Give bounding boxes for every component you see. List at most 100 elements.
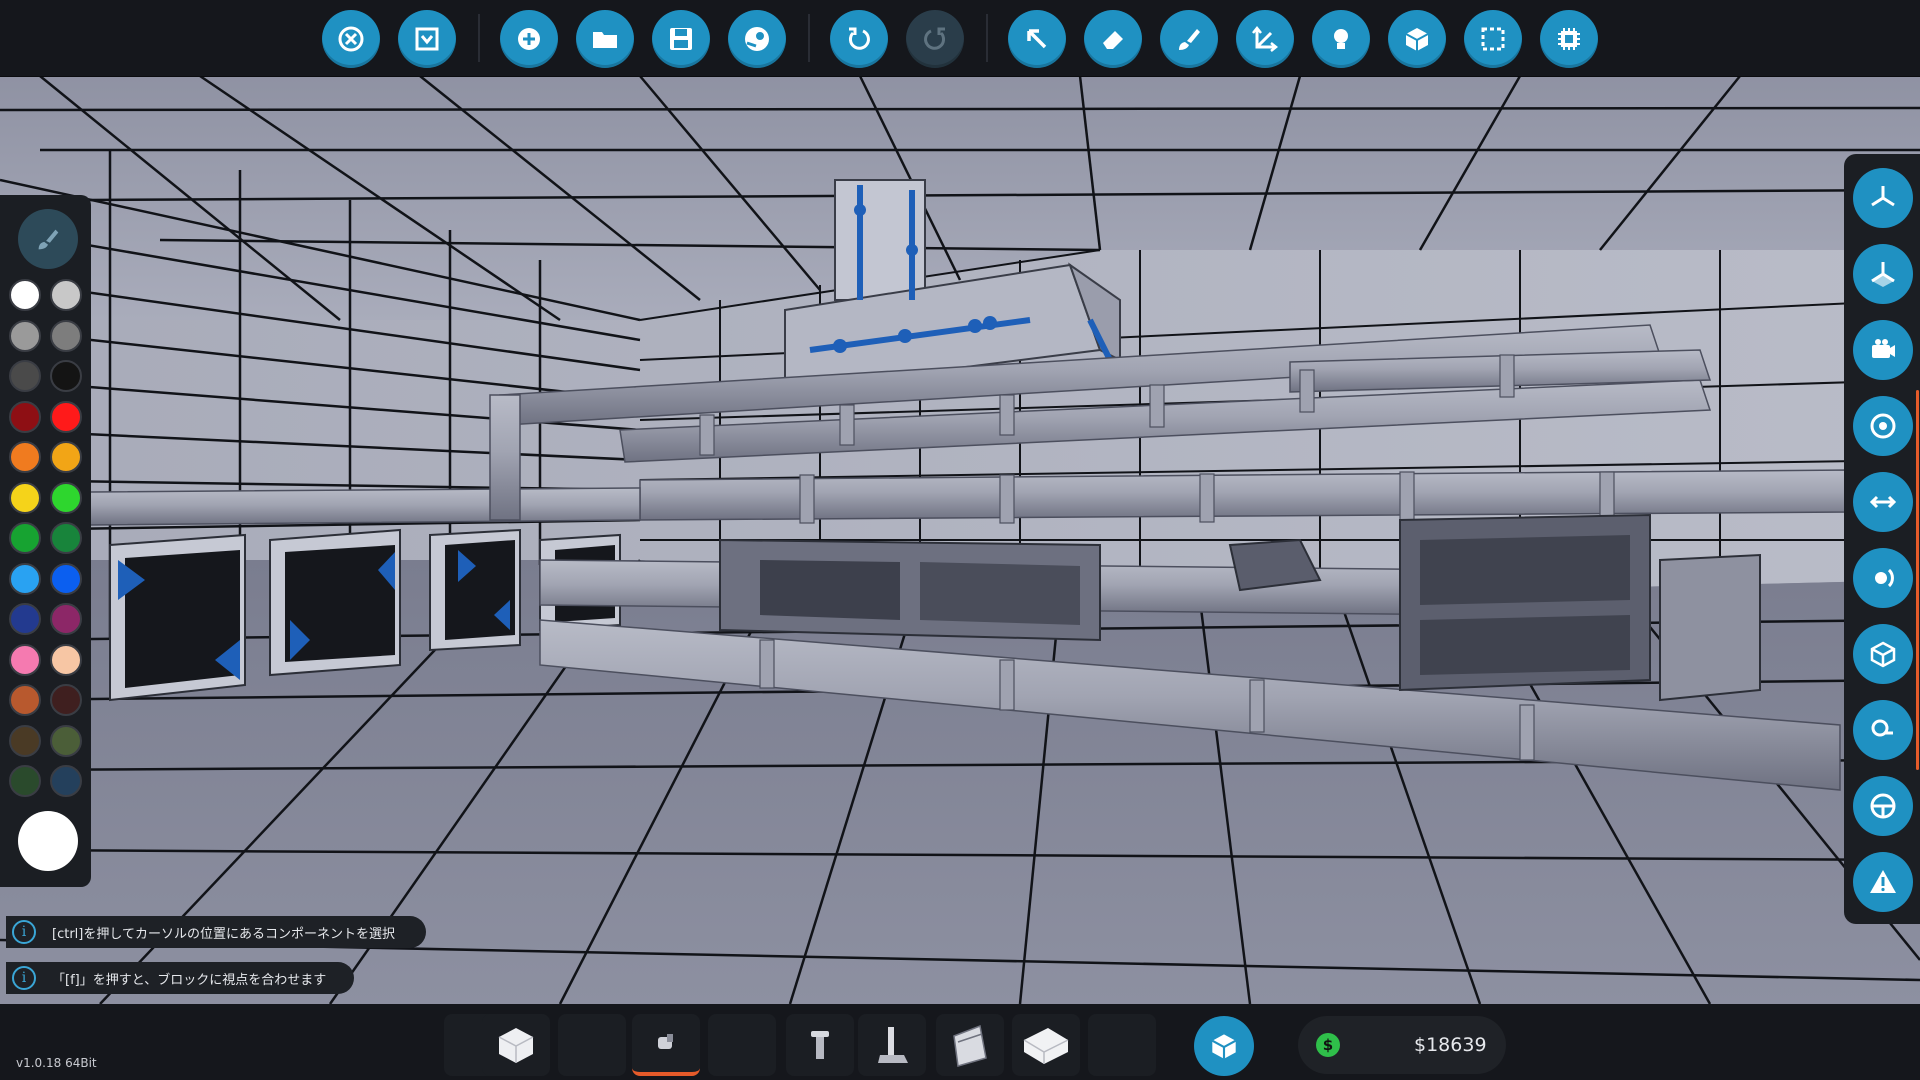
sidebar-scrollbar[interactable] bbox=[1916, 390, 1919, 770]
pipe-part-icon bbox=[811, 1031, 829, 1059]
box-icon bbox=[1870, 641, 1896, 668]
toolbar-separator bbox=[478, 14, 480, 62]
microprocessor-button[interactable] bbox=[1540, 10, 1598, 68]
color-swatch[interactable] bbox=[50, 279, 82, 311]
white-slope-block-icon bbox=[1023, 1028, 1069, 1064]
select-tool-button[interactable] bbox=[1008, 10, 1066, 68]
hotbar-slot-9[interactable] bbox=[1012, 1014, 1080, 1076]
erase-tool-button[interactable] bbox=[1084, 10, 1142, 68]
color-swatch[interactable] bbox=[50, 522, 82, 554]
color-swatch[interactable] bbox=[50, 360, 82, 392]
steering-wheel-icon bbox=[1870, 793, 1896, 819]
view-axes-button[interactable] bbox=[1853, 168, 1913, 228]
hotbar-slot-2[interactable] bbox=[482, 1014, 550, 1076]
color-swatch[interactable] bbox=[9, 400, 41, 433]
color-swatch[interactable] bbox=[9, 441, 41, 473]
seat-view-button[interactable] bbox=[1853, 776, 1913, 836]
dashed-selection-icon bbox=[1481, 27, 1505, 51]
hotbar-slot-8[interactable] bbox=[936, 1014, 1004, 1076]
lever-icon bbox=[878, 1027, 908, 1063]
warnings-button[interactable] bbox=[1853, 852, 1913, 912]
target-icon bbox=[1870, 413, 1896, 439]
paintbrush-icon bbox=[1179, 29, 1200, 50]
camera-icon bbox=[1872, 339, 1895, 358]
paint-tool-button[interactable] bbox=[1160, 10, 1218, 68]
color-swatch[interactable] bbox=[50, 603, 82, 635]
chip-icon bbox=[1558, 28, 1580, 50]
color-swatch[interactable] bbox=[9, 319, 41, 352]
white-block-icon bbox=[498, 1028, 534, 1063]
color-swatch[interactable] bbox=[50, 400, 82, 433]
version-label: v1.0.18 64Bit bbox=[16, 1056, 97, 1070]
undo-icon bbox=[848, 27, 870, 50]
color-swatch[interactable] bbox=[50, 481, 82, 514]
axes-plane-icon bbox=[1871, 262, 1895, 287]
paint-tool-indicator[interactable] bbox=[18, 209, 78, 269]
save-file-button[interactable] bbox=[652, 10, 710, 68]
color-swatch[interactable] bbox=[50, 684, 82, 716]
small-part-icon bbox=[658, 1034, 673, 1049]
move-tool-button[interactable] bbox=[1236, 10, 1294, 68]
color-swatch[interactable] bbox=[50, 724, 82, 757]
hint-select-component: i [ctrl]を押してカーソルの位置にあるコンポーネントを選択 bbox=[6, 916, 426, 948]
hint-text: [ctrl]を押してカーソルの位置にあるコンポーネントを選択 bbox=[52, 926, 395, 942]
redo-icon bbox=[924, 27, 946, 50]
hotbar-slot-10[interactable] bbox=[1088, 1014, 1156, 1076]
color-swatch[interactable] bbox=[50, 562, 82, 595]
warning-triangle-icon bbox=[1870, 870, 1896, 893]
inventory-button[interactable] bbox=[1194, 1016, 1254, 1076]
close-editor-button[interactable] bbox=[322, 10, 380, 68]
color-swatch[interactable] bbox=[50, 643, 82, 676]
color-swatch[interactable] bbox=[50, 765, 82, 797]
steam-workshop-button[interactable] bbox=[728, 10, 786, 68]
money-amount: $18639 bbox=[1414, 1034, 1487, 1056]
bottom-hotbar: $ $18639 bbox=[0, 1004, 1920, 1080]
color-swatch[interactable] bbox=[9, 360, 41, 392]
block-view-button[interactable] bbox=[1853, 624, 1913, 684]
color-swatch[interactable] bbox=[9, 522, 41, 554]
color-swatch[interactable] bbox=[50, 319, 82, 352]
logic-view-button[interactable] bbox=[1388, 10, 1446, 68]
color-swatch[interactable] bbox=[9, 765, 41, 797]
hotbar-slot-3[interactable] bbox=[558, 1014, 626, 1076]
axes-icon bbox=[1871, 186, 1895, 207]
save-disk-icon bbox=[670, 28, 692, 50]
new-vehicle-button[interactable] bbox=[500, 10, 558, 68]
mirror-arrows-icon bbox=[1869, 495, 1897, 509]
dropdown-menu-button[interactable] bbox=[398, 10, 456, 68]
hotbar-slot-5[interactable] bbox=[708, 1014, 776, 1076]
color-swatch[interactable] bbox=[9, 603, 41, 635]
redo-button[interactable] bbox=[906, 10, 964, 68]
color-swatch[interactable] bbox=[9, 562, 41, 595]
selected-color-swatch[interactable] bbox=[18, 811, 78, 871]
color-palette-panel bbox=[0, 195, 91, 887]
wedge-block-icon bbox=[953, 1024, 987, 1067]
undo-button[interactable] bbox=[830, 10, 888, 68]
color-swatch[interactable] bbox=[50, 441, 82, 473]
mirror-button[interactable] bbox=[1853, 472, 1913, 532]
eraser-icon bbox=[1103, 31, 1123, 49]
open-file-button[interactable] bbox=[576, 10, 634, 68]
camera-button[interactable] bbox=[1853, 320, 1913, 380]
hotbar-slot-4[interactable] bbox=[632, 1014, 700, 1076]
area-select-button[interactable] bbox=[1464, 10, 1522, 68]
money-icon: $ bbox=[1316, 1033, 1340, 1057]
color-swatch[interactable] bbox=[9, 724, 41, 757]
cube-network-icon bbox=[1211, 1034, 1237, 1059]
color-swatch[interactable] bbox=[9, 481, 41, 514]
plus-icon bbox=[518, 28, 540, 50]
close-x-icon bbox=[338, 26, 364, 52]
paintbrush-icon bbox=[38, 229, 59, 250]
inspect-button[interactable] bbox=[1853, 700, 1913, 760]
color-swatch[interactable] bbox=[9, 279, 41, 311]
rotate-view-button[interactable] bbox=[1853, 548, 1913, 608]
center-view-button[interactable] bbox=[1853, 396, 1913, 456]
color-swatch[interactable] bbox=[9, 684, 41, 716]
toolbar-separator bbox=[986, 14, 988, 62]
hotbar-slot-6[interactable] bbox=[786, 1014, 854, 1076]
hotbar-slot-7[interactable] bbox=[858, 1014, 926, 1076]
lights-toggle-button[interactable] bbox=[1312, 10, 1370, 68]
color-swatch[interactable] bbox=[9, 643, 41, 676]
cube-network-icon bbox=[1405, 28, 1429, 51]
view-axes-plane-button[interactable] bbox=[1853, 244, 1913, 304]
